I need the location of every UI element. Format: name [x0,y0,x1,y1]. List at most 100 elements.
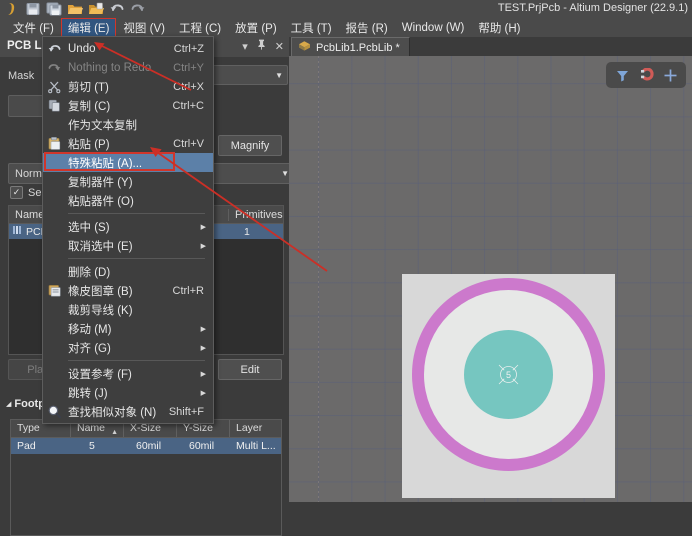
open-folder-icon[interactable] [66,1,84,17]
menu-item-copy-as-text[interactable]: 作为文本复制 [43,115,213,134]
menu-item-shortcut: Ctrl+R [172,284,204,297]
magnet-icon[interactable] [636,65,656,85]
menu-item-copy-component[interactable]: 复制器件 (Y) [43,172,213,191]
chevron-down-icon: ▼ [281,169,289,178]
menu-item-jump[interactable]: 跳转 (J) ▶ [43,383,213,402]
menu-separator [68,360,205,361]
footprint-primitive-count: 1 [244,225,250,238]
canvas-vertical-guide [318,56,319,502]
menu-item-label: 设置参考 (F) [68,368,132,381]
menu-item-label: 剪切 (T) [68,81,109,94]
edit-button[interactable]: Edit [218,359,282,380]
pad-designator-label: 5 [505,369,511,380]
menu-item-label: 取消选中 (E) [68,240,133,253]
undo-icon [47,41,62,56]
menu-item-label: 删除 (D) [68,266,111,279]
save-icon[interactable] [24,1,42,17]
menu-item-copy[interactable]: 复制 (C) Ctrl+C [43,96,213,115]
menu-file[interactable]: 文件 (F) [6,18,61,38]
menu-item-set-reference[interactable]: 设置参考 (F) ▶ [43,364,213,383]
menu-view[interactable]: 视图 (V) [116,18,172,38]
menu-item-label: 橡皮图章 (B) [68,285,133,298]
pcblib-file-icon [298,40,311,55]
menu-item-rubber-stamp[interactable]: 橡皮图章 (B) Ctrl+R [43,281,213,300]
menu-item-shortcut: Ctrl+Y [173,61,204,74]
cell-type: Pad [17,440,36,452]
menu-item-find-similar-objects[interactable]: 查找相似对象 (N) Shift+F [43,402,213,421]
menu-separator [68,258,205,259]
cell-layer: Multi L... [236,440,276,452]
menu-item-label: 跳转 (J) [68,387,108,400]
menu-item-paste-component[interactable]: 粘贴器件 (O) [43,191,213,210]
cell-x-size: 60mil [136,440,162,452]
menu-item-shortcut: Ctrl+C [172,99,204,112]
document-tab-label: PcbLib1.PcbLib * [316,41,400,54]
paste-icon [47,136,62,151]
menu-item-label: Nothing to Redo [68,61,152,74]
table-row[interactable]: Pad 5 60mil 60mil Multi L... [11,438,281,454]
menu-item-label: 粘贴 (P) [68,138,110,151]
menu-item-align[interactable]: 对齐 (G) ▶ [43,338,213,357]
rubber-stamp-icon [47,283,62,298]
altium-logo-icon[interactable] [3,1,21,17]
crosshair-icon[interactable] [660,65,680,85]
menu-item-deselect[interactable]: 取消选中 (E) ▶ [43,236,213,255]
redo-icon[interactable] [129,1,147,17]
mask-label: Mask [8,70,35,82]
menu-tools[interactable]: 工具 (T) [284,18,339,38]
menu-item-shortcut: Ctrl+Z [173,42,204,55]
menu-item-undo[interactable]: Undo Ctrl+Z [43,39,213,58]
menu-edit[interactable]: 编辑 (E) [60,17,117,38]
panel-collapse-icon[interactable]: ▾ [242,40,248,54]
pcb-canvas[interactable]: 5 [289,56,692,502]
copy-icon [47,98,62,113]
menu-bar: 文件 (F) 编辑 (E) 视图 (V) 工程 (C) 放置 (P) 工具 (T… [0,17,692,38]
th-layer[interactable]: Layer [230,420,279,437]
sort-asc-icon: ▲ [111,429,118,436]
chevron-right-icon: ▶ [200,223,206,231]
panel-close-icon[interactable]: ✕ [275,40,284,54]
menu-item-label: 复制 (C) [68,100,111,113]
menu-reports[interactable]: 报告 (R) [339,18,395,38]
pcb-pad[interactable]: 5 [402,274,615,502]
magnify-button[interactable]: Magnify [218,135,282,156]
menu-item-label: 选中 (S) [68,221,110,234]
menu-item-shortcut: Shift+F [168,405,204,418]
menu-place[interactable]: 放置 (P) [228,18,284,38]
menu-item-select[interactable]: 选中 (S) ▶ [43,217,213,236]
menu-item-shortcut: Ctrl+V [173,137,204,150]
menu-help[interactable]: 帮助 (H) [471,18,527,38]
chevron-right-icon: ▶ [200,370,206,378]
menu-item-label: 查找相似对象 (N) [68,406,157,419]
cell-name: 5 [89,440,95,452]
menu-item-label: 复制器件 (Y) [68,176,133,189]
menu-item-paste[interactable]: 粘贴 (P) Ctrl+V [43,134,213,153]
pcblib-editor: PcbLib1.PcbLib * 5 [289,37,692,502]
undo-icon[interactable] [108,1,126,17]
save-all-icon[interactable] [45,1,63,17]
menu-window[interactable]: Window (W) [395,20,472,36]
col-header-primitives[interactable]: Primitives [229,209,283,221]
edit-dropdown-menu: Undo Ctrl+Z Nothing to Redo Ctrl+Y 剪切 (T… [42,36,214,424]
triangle-collapse-icon: ◢ [6,401,12,408]
chevron-right-icon: ▶ [200,389,206,397]
altium-designer-window: TEST.PrjPcb - Altium Designer (22.9.1) 文… [0,0,692,536]
footprint-primitives-table[interactable]: Type Name ▲ X-Size Y-Size Layer Pad 5 60m… [10,419,282,536]
redo-icon [47,60,62,75]
menu-project[interactable]: 工程 (C) [172,18,228,38]
footprint-primitives-section-header[interactable]: ◢ Footp [6,398,45,410]
menu-item-delete[interactable]: 删除 (D) [43,262,213,281]
menu-item-cut[interactable]: 剪切 (T) Ctrl+X [43,77,213,96]
document-tab-pcblib1[interactable]: PcbLib1.PcbLib * [291,37,410,57]
menu-item-slice-tracks[interactable]: 裁剪导线 (K) [43,300,213,319]
open-project-icon[interactable] [87,1,105,17]
menu-item-shortcut: Ctrl+X [173,80,204,93]
panel-pin-icon[interactable] [257,39,266,54]
menu-item-label: 作为文本复制 [68,119,137,132]
menu-item-redo: Nothing to Redo Ctrl+Y [43,58,213,77]
menu-item-move[interactable]: 移动 (M) ▶ [43,319,213,338]
cell-y-size: 60mil [189,440,215,452]
filter-icon[interactable] [612,65,632,85]
menu-item-paste-special[interactable]: 特殊粘贴 (A)... [43,152,213,172]
cut-icon [47,79,62,94]
